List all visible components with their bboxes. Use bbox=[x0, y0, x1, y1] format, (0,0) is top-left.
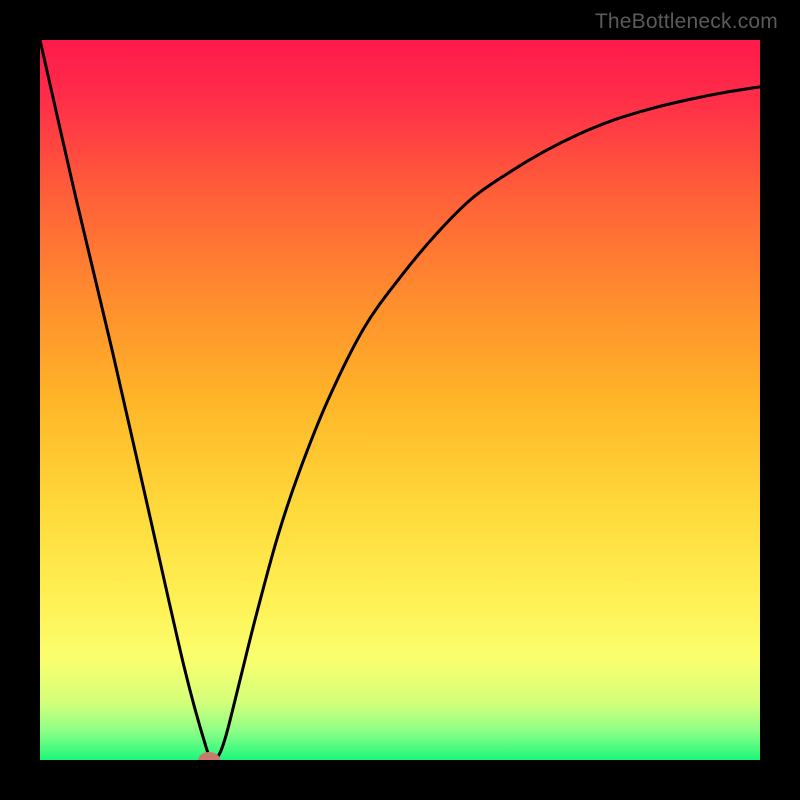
chart-frame: TheBottleneck.com bbox=[0, 0, 800, 800]
chart-svg bbox=[40, 40, 760, 760]
attribution-label: TheBottleneck.com bbox=[595, 10, 778, 34]
gradient-background bbox=[40, 40, 760, 760]
plot-area bbox=[40, 40, 760, 760]
